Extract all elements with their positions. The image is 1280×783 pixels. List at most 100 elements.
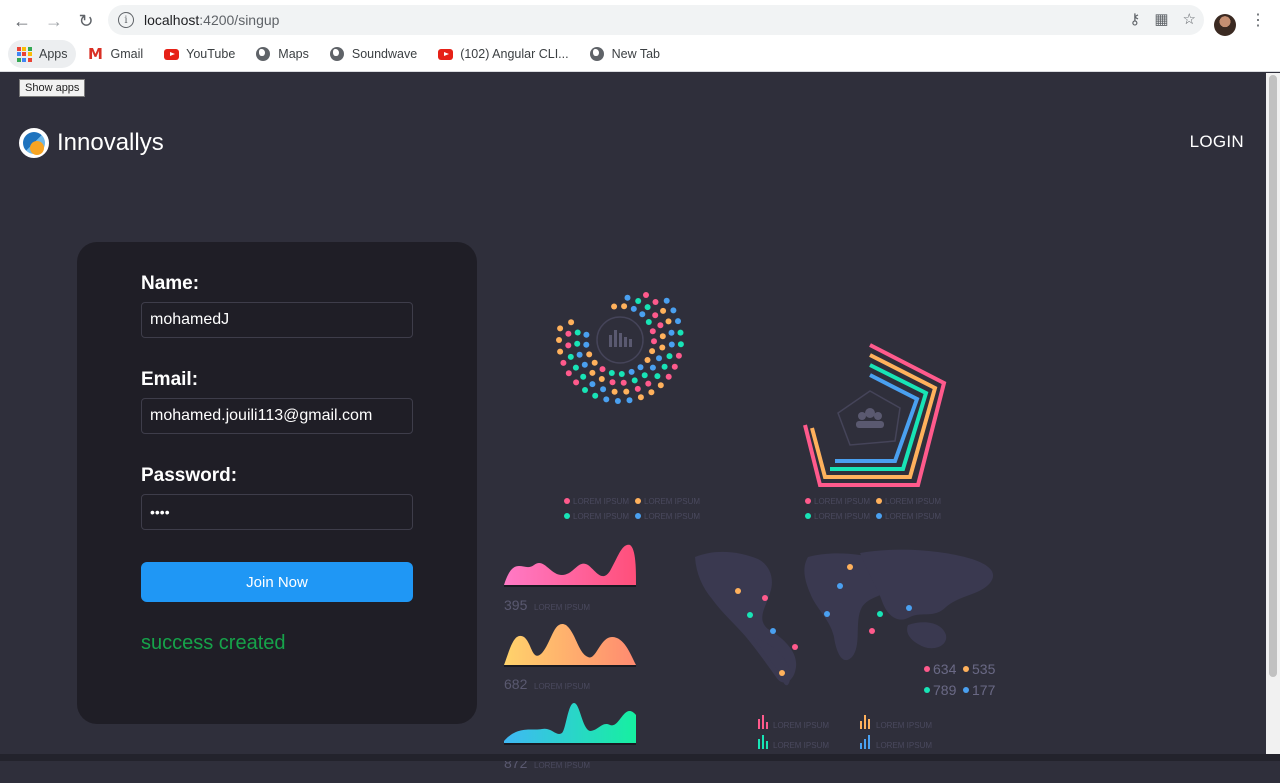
browser-chrome: ← → ↻ i localhost:4200/singup ⚷ ▦ ☆ ⋮ Ap… (0, 0, 1280, 72)
decor-dot (583, 341, 590, 348)
bookmark-gmail[interactable]: M Gmail (80, 40, 152, 68)
decor-dot (639, 311, 646, 318)
globe-icon (589, 46, 605, 62)
email-input[interactable]: mohamed.jouili113@gmail.com (141, 398, 413, 434)
decor-dot (574, 340, 581, 347)
reload-icon[interactable]: ↻ (70, 5, 102, 37)
show-apps-tooltip: Show apps (19, 79, 86, 97)
decor-dot (600, 386, 607, 393)
area-chart-2: 682 LOREM IPSUM (504, 623, 636, 692)
svg-text:789: 789 (933, 682, 957, 698)
url-text: localhost:4200/singup (144, 12, 280, 28)
svg-text:LOREM IPSUM: LOREM IPSUM (876, 721, 932, 730)
bookmark-label: Gmail (110, 47, 144, 61)
decor-dot (557, 348, 564, 355)
decor-dot (591, 359, 598, 366)
decor-dot (611, 303, 618, 310)
decor-dot (592, 392, 599, 399)
bookmark-youtube[interactable]: YouTube (155, 40, 243, 68)
decor-dot (599, 366, 606, 373)
svg-text:177: 177 (972, 682, 996, 698)
decor-dot (582, 387, 588, 393)
decor-dot (565, 342, 572, 349)
svg-text:LOREM IPSUM: LOREM IPSUM (773, 721, 829, 730)
star-icon[interactable]: ☆ (1183, 10, 1196, 28)
site-info-icon[interactable]: i (118, 12, 134, 28)
svg-text:LOREM IPSUM: LOREM IPSUM (885, 497, 941, 506)
name-input[interactable]: mohamedJ (141, 302, 413, 338)
address-bar[interactable]: i localhost:4200/singup ⚷ ▦ ☆ (108, 5, 1204, 35)
decor-dot (598, 376, 605, 382)
key-icon[interactable]: ⚷ (1129, 10, 1140, 28)
decor-dot (634, 385, 641, 392)
legend-top-right: LOREM IPSUM LOREM IPSUM LOREM IPSUM LORE… (805, 497, 941, 521)
area-chart-1: 395 LOREM IPSUM (504, 544, 636, 613)
decor-dot (657, 322, 664, 329)
login-link[interactable]: LOGIN (1190, 132, 1244, 152)
decor-dot (576, 351, 583, 358)
decor-dot (652, 299, 659, 305)
decor-dot (665, 318, 672, 325)
forward-arrow-icon[interactable]: → (38, 5, 70, 37)
globe-icon (255, 46, 271, 62)
svg-text:LOREM IPSUM: LOREM IPSUM (644, 497, 700, 506)
bookmark-maps[interactable]: Maps (247, 40, 317, 68)
svg-text:LOREM IPSUM: LOREM IPSUM (534, 682, 590, 691)
password-label: Password: (141, 465, 238, 486)
email-label: Email: (141, 369, 199, 390)
svg-text:LOREM IPSUM: LOREM IPSUM (885, 512, 941, 521)
brand-name: Innovallys (57, 129, 164, 156)
decor-dot (637, 394, 644, 401)
decor-dot (649, 364, 656, 371)
decor-dot (589, 369, 596, 376)
decor-dot (556, 337, 562, 343)
svg-text:LOREM IPSUM: LOREM IPSUM (573, 512, 629, 521)
bookmark-label: Maps (278, 47, 309, 61)
svg-text:LOREM IPSUM: LOREM IPSUM (876, 741, 932, 750)
svg-text:LOREM IPSUM: LOREM IPSUM (534, 761, 590, 770)
globe-icon (329, 46, 345, 62)
decor-dot (677, 341, 684, 348)
decor-dot (659, 344, 666, 351)
decor-dot (644, 357, 651, 363)
bookmarks-bar: Apps M Gmail YouTube Maps Soundwave (102… (8, 40, 668, 68)
bookmark-label: Apps (39, 47, 68, 61)
decor-dot (656, 355, 662, 362)
decor-dot (574, 329, 581, 336)
more-menu-icon[interactable]: ⋮ (1250, 10, 1266, 30)
bookmark-apps[interactable]: Apps (8, 40, 76, 68)
translate-icon[interactable]: ▦ (1154, 10, 1168, 28)
page-scrollbar[interactable] (1266, 73, 1280, 754)
back-arrow-icon[interactable]: ← (6, 5, 38, 37)
brand[interactable]: Innovallys (19, 128, 164, 158)
svg-text:LOREM IPSUM: LOREM IPSUM (814, 512, 870, 521)
bookmark-angular-cli[interactable]: (102) Angular CLI... (429, 40, 576, 68)
scrollbar-thumb[interactable] (1269, 75, 1277, 677)
decor-dot (670, 307, 677, 314)
decor-dot (644, 304, 651, 311)
decor-dot (580, 373, 587, 380)
decor-dot (560, 359, 567, 366)
legend-top-left: LOREM IPSUM LOREM IPSUM LOREM IPSUM LORE… (564, 497, 700, 521)
decor-dot (628, 368, 635, 375)
signup-card: Name: mohamedJ Email: mohamed.jouili113@… (77, 242, 477, 724)
decor-dot (589, 381, 596, 388)
decor-dot (631, 377, 638, 384)
svg-text:LOREM IPSUM: LOREM IPSUM (534, 603, 590, 612)
bookmark-soundwave[interactable]: Soundwave (321, 40, 425, 68)
svg-text:LOREM IPSUM: LOREM IPSUM (644, 512, 700, 521)
decor-dot (659, 333, 666, 340)
gmail-icon: M (88, 45, 103, 63)
join-now-button[interactable]: Join Now (141, 562, 413, 602)
decor-dot (630, 305, 637, 312)
profile-avatar[interactable] (1214, 14, 1236, 36)
pentagon-chart (803, 343, 947, 487)
decor-dot (641, 372, 648, 379)
bookmark-new-tab[interactable]: New Tab (581, 40, 668, 68)
decor-dot (568, 319, 575, 326)
youtube-icon (437, 46, 453, 62)
svg-text:634: 634 (933, 661, 957, 677)
password-input[interactable]: •••• (141, 494, 413, 530)
svg-text:LOREM IPSUM: LOREM IPSUM (814, 497, 870, 506)
decor-dot (665, 373, 672, 380)
